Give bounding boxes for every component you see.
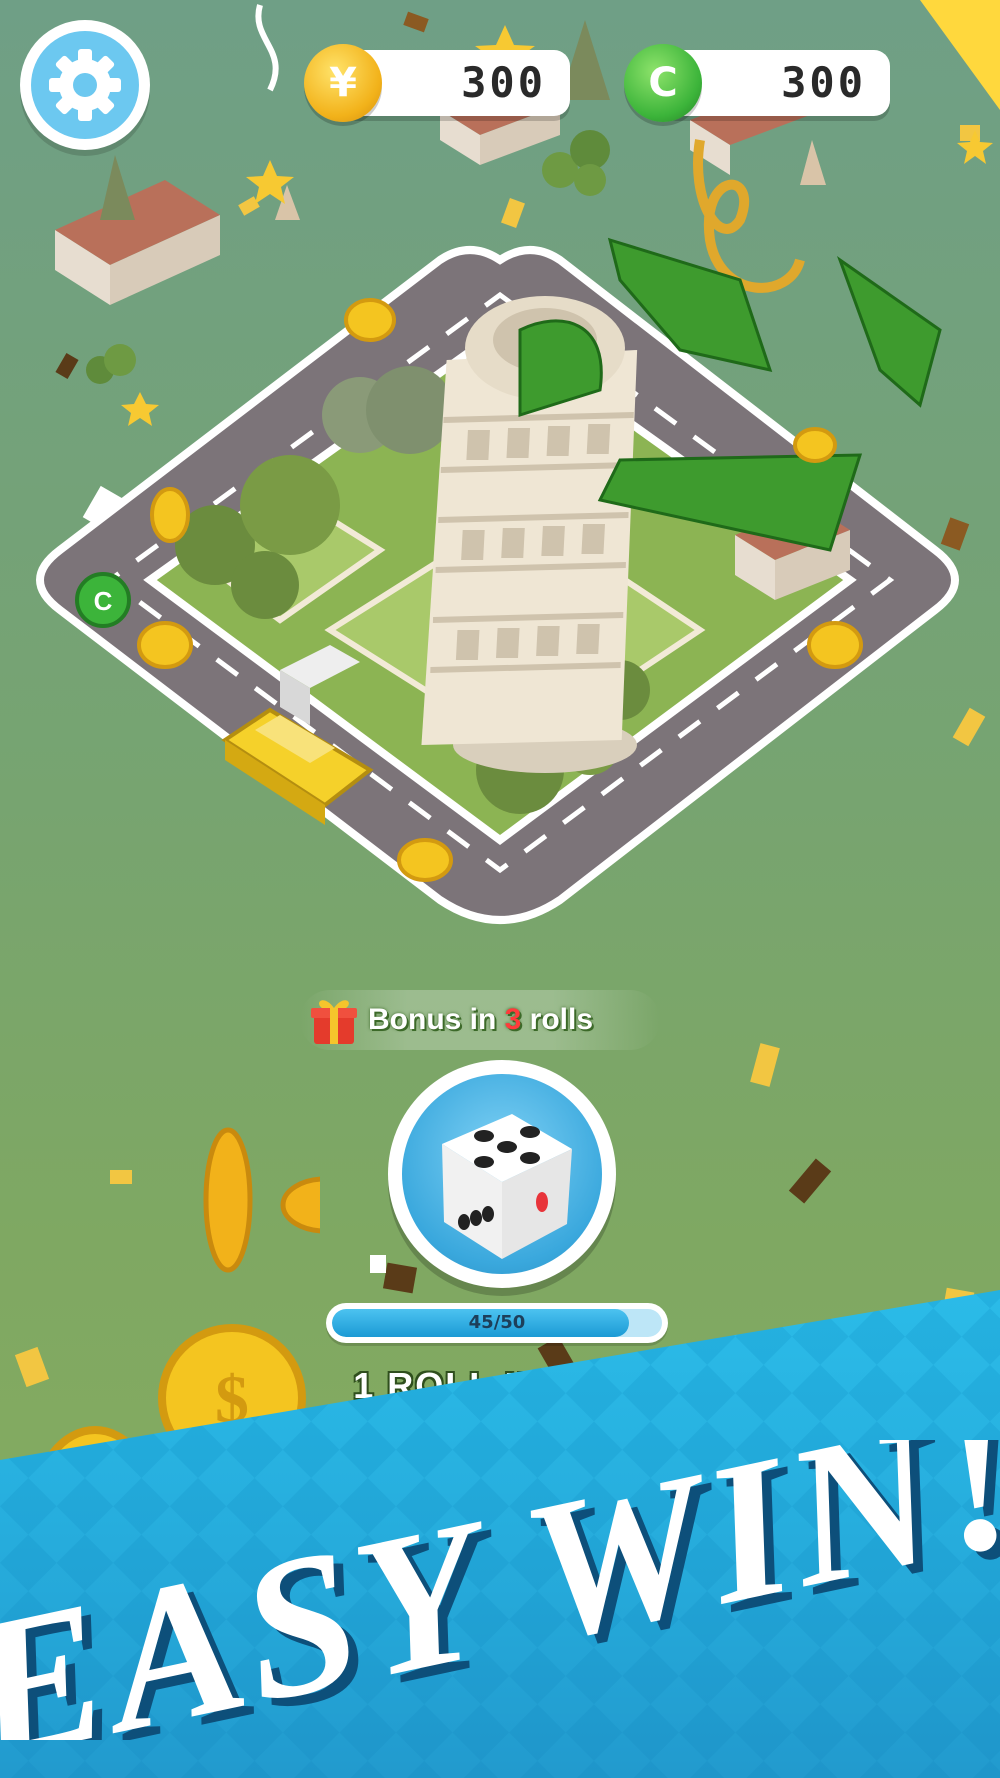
svg-text:C: C (94, 586, 113, 616)
yen-coin-icon: ¥ (304, 44, 382, 122)
bonus-suffix: rolls (521, 1003, 594, 1036)
bonus-prefix: Bonus in (368, 1003, 505, 1036)
coin-count: 300 (461, 58, 546, 107)
gear-icon (49, 49, 121, 121)
cash-symbol: C (648, 60, 678, 106)
game-board: C (36, 237, 959, 924)
cash-count: 300 (781, 58, 866, 107)
bonus-text: Bonus in 3 rolls (368, 1003, 593, 1037)
coin-symbol: ¥ (329, 60, 357, 106)
coin-counter[interactable]: ¥ 300 (304, 44, 570, 122)
game-screen: C ¥ 300 C 300 Bonus in 3 rolls $ 45/50 E… (0, 0, 1000, 1778)
board-green-coin: C (75, 572, 131, 628)
headline-text: EASY WIN! (0, 1440, 1000, 1740)
cash-counter[interactable]: C 300 (624, 44, 890, 122)
bonus-count: 3 (504, 1003, 522, 1036)
dice-icon (442, 1114, 572, 1259)
bonus-indicator: Bonus in 3 rolls (300, 990, 660, 1050)
c-coin-icon: C (624, 44, 702, 122)
settings-button[interactable] (20, 20, 150, 150)
easy-win-headline: EASY WIN! EASY WIN! (0, 1440, 1000, 1740)
roll-dice-button[interactable] (388, 1060, 616, 1288)
gift-icon (311, 1000, 357, 1044)
